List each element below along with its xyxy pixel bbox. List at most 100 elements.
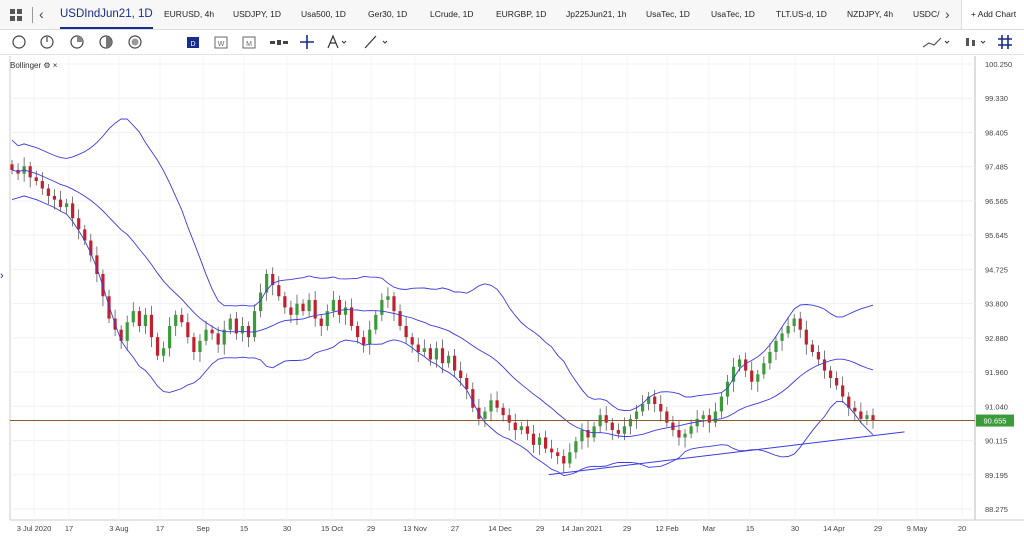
tab-lcrude[interactable]: LCrude, 1D — [430, 0, 473, 29]
calendar-m-icon[interactable]: M — [241, 34, 257, 50]
candle-body — [562, 456, 566, 464]
add-chart-button[interactable]: + Add Chart — [961, 0, 1024, 29]
y-tick-label: 91.040 — [985, 402, 1008, 411]
tab-eurgbp[interactable]: EURGBP, 1D — [496, 0, 546, 29]
close-icon[interactable]: × — [53, 61, 58, 70]
candle-body — [537, 437, 542, 445]
candle-body — [762, 363, 766, 375]
tab-usdc[interactable]: USDC/ — [913, 0, 940, 29]
candle-body — [798, 318, 802, 330]
chevron-right-icon[interactable]: › — [945, 6, 950, 22]
candle-body — [804, 329, 808, 345]
x-tick-label: 20 — [958, 524, 966, 533]
candle-body — [392, 296, 396, 312]
candle-body — [531, 433, 536, 445]
candle-body — [780, 333, 784, 341]
x-tick-label: Sep — [196, 524, 209, 533]
candle-body — [34, 177, 38, 182]
candle-body — [525, 426, 529, 434]
candle-body — [750, 370, 754, 382]
x-tick-label: 29 — [874, 524, 882, 533]
tab-usdind[interactable]: USDIndJun21, 1D — [60, 0, 153, 29]
tab-nzdjpy[interactable]: NZDJPY, 4h — [847, 0, 893, 29]
tab-usdjpy[interactable]: USDJPY, 1D — [233, 0, 281, 29]
line-tool-icon[interactable] — [363, 34, 389, 50]
crosshair-icon[interactable] — [299, 34, 315, 50]
x-tick-label: 27 — [451, 524, 459, 533]
candle-body — [835, 378, 839, 386]
target-icon[interactable] — [127, 34, 143, 50]
candle-body — [137, 311, 141, 326]
calendar-w-icon[interactable]: W — [213, 34, 229, 50]
svg-text:W: W — [218, 41, 225, 48]
tab-bar: ‹ USDIndJun21, 1D EURUSD, 4h USDJPY, 1D … — [0, 0, 1024, 30]
candle-body — [10, 164, 14, 170]
x-tick-label: Mar — [703, 524, 716, 533]
candle-body — [580, 430, 584, 442]
candle-body — [653, 396, 657, 405]
candle-body — [252, 311, 257, 338]
clock-icon[interactable] — [39, 34, 55, 50]
candle-body — [356, 325, 360, 338]
candle-body — [501, 407, 505, 416]
candle-body — [628, 418, 633, 427]
candle-body — [143, 314, 147, 326]
candle-body — [513, 422, 517, 431]
text-a-icon[interactable] — [326, 34, 348, 50]
y-tick-label: 97.485 — [985, 163, 1008, 172]
tab-tlt[interactable]: TLT.US-d, 1D — [776, 0, 827, 29]
y-tick-label: 99.330 — [985, 94, 1008, 103]
y-tick-label: 90.115 — [985, 437, 1007, 446]
candle-body — [859, 411, 863, 419]
candles-icon[interactable] — [962, 34, 988, 50]
candle-body — [677, 430, 681, 438]
x-tick-label: 29 — [367, 524, 375, 533]
tab-jp225[interactable]: Jp225Jun21, 1h — [566, 0, 627, 29]
candle-body — [786, 325, 790, 334]
candle-body — [192, 337, 196, 352]
bars-icon[interactable] — [269, 34, 289, 50]
candle-body — [319, 318, 323, 326]
candle-body — [416, 344, 420, 352]
candle-body — [380, 299, 384, 315]
candle-body — [343, 307, 348, 315]
svg-text:D: D — [190, 41, 195, 48]
candle-body — [622, 426, 627, 434]
circle-icon[interactable] — [11, 34, 27, 50]
gear-icon[interactable]: ⚙ — [43, 61, 50, 70]
candle-body — [277, 285, 281, 297]
calendar-d-icon[interactable]: D — [185, 34, 201, 50]
tab-eurusd[interactable]: EURUSD, 4h — [164, 0, 214, 29]
candle-body — [40, 181, 44, 189]
grid-icon[interactable] — [997, 34, 1013, 50]
candle-body — [131, 311, 135, 323]
candle-body — [362, 337, 366, 345]
candle-body — [507, 415, 511, 423]
candle-body — [792, 318, 796, 326]
y-tick-label: 100.250 — [985, 60, 1012, 69]
chart-style-icon[interactable] — [921, 34, 951, 50]
left-panel-chevron-icon[interactable]: › — [0, 270, 4, 282]
candle-body — [228, 318, 232, 330]
tab-usa500[interactable]: Usa500, 1D — [301, 0, 346, 29]
bollinger-lower-band — [11, 195, 874, 477]
price-chart[interactable]: 100.250 99.330 98.405 97.485 96.565 95.645 94.… — [0, 55, 1024, 540]
x-tick-label: 30 — [283, 524, 291, 533]
candle-body — [428, 348, 432, 360]
pie-icon[interactable] — [69, 34, 85, 50]
x-tick-label: 14 Jan 2021 — [561, 524, 602, 533]
tab-usatec-2[interactable]: UsaTec, 1D — [711, 0, 755, 29]
tab-usatec-1[interactable]: UsaTec, 1D — [646, 0, 690, 29]
tab-ger30[interactable]: Ger30, 1D — [368, 0, 407, 29]
layout-grid-icon[interactable] — [9, 8, 23, 22]
candle-body — [574, 441, 578, 453]
x-tick-label: 29 — [623, 524, 631, 533]
candle-body — [453, 355, 457, 371]
indicator-bollinger[interactable]: Bollinger ⚙ × — [10, 61, 57, 70]
candle-body — [719, 396, 724, 412]
chevron-left-icon[interactable]: ‹ — [39, 6, 44, 22]
candle-body — [634, 411, 639, 419]
y-tick-label: 91.960 — [985, 368, 1008, 377]
x-tick-label: 15 — [240, 524, 248, 533]
half-circle-icon[interactable] — [98, 34, 114, 50]
